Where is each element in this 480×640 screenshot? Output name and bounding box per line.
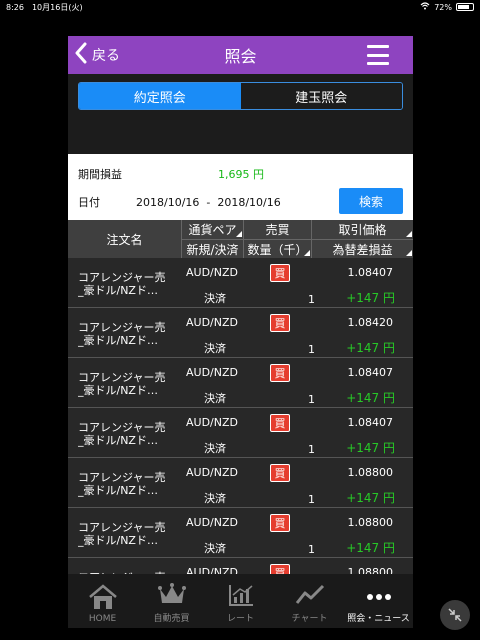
tab-position-inquiry[interactable]: 建玉照会 (240, 83, 402, 109)
rate-chart-icon (228, 585, 253, 606)
tab-auto-trade[interactable]: 自動売買 (137, 574, 206, 628)
order-name: コアレンジャー売_豪ドル/NZド… (78, 521, 166, 547)
tab-inquiry-news[interactable]: 照会・ニュース (344, 574, 413, 628)
header-price[interactable]: 取引価格 (312, 220, 413, 239)
side-badge: 買 (270, 264, 290, 282)
fx-pl: +147 円 (346, 441, 395, 455)
period-pl-label: 期間損益 (78, 168, 122, 181)
trade-price: 1.08407 (347, 366, 394, 379)
trade-type: 決済 (204, 392, 226, 405)
tab-execution-inquiry[interactable]: 約定照会 (79, 83, 241, 109)
currency-pair: AUD/NZD (186, 266, 238, 279)
trade-type: 決済 (204, 342, 226, 355)
segmented-control: 約定照会 建玉照会 (78, 82, 403, 110)
period-pl-value: 1,695 円 (218, 168, 264, 181)
crown-icon (157, 583, 186, 603)
header-qty[interactable]: 数量（千） (244, 239, 311, 258)
table-row[interactable]: コアレンジャー売 _豪ドル/NZド… AUD/NZD 決済 買 1 1.08407 +147 … (68, 258, 413, 308)
battery-icon (456, 3, 474, 11)
quantity: 1 (308, 493, 315, 506)
table-row[interactable]: コアレンジャー売 _豪ドル/NZド… AUD/NZD 決済 買 1 1.08407 +147 … (68, 358, 413, 408)
side-badge: 買 (270, 364, 290, 382)
currency-pair: AUD/NZD (186, 366, 238, 379)
fx-pl: +147 円 (346, 341, 395, 355)
more-dots-icon (366, 594, 391, 600)
fx-pl: +147 円 (346, 541, 395, 555)
header-fx-pl[interactable]: 為替差損益 (312, 239, 413, 258)
back-button[interactable]: 戻る (68, 36, 120, 74)
line-chart-icon (295, 584, 324, 604)
side-badge: 買 (270, 464, 290, 482)
tab-chart[interactable]: チャート (275, 574, 344, 628)
quantity: 1 (308, 343, 315, 356)
header-new-settle[interactable]: 新規/決済 (182, 239, 243, 258)
trade-type: 決済 (204, 492, 226, 505)
date-label: 日付 (78, 196, 100, 209)
table-row[interactable]: コアレンジャー売_豪ドル/NZド… AUD/NZD 決済 買 1 1.08800 +147 … (68, 508, 413, 558)
fx-pl: +147 円 (346, 391, 395, 405)
navbar: 戻る 照会 (68, 36, 413, 74)
quantity: 1 (308, 393, 315, 406)
table-row[interactable]: コアレンジャー売 _豪ドル/NZド… AUD/NZD 決済 買 1 1.08420 +147 … (68, 308, 413, 358)
order-name: コアレンジャー売_豪ドル/NZド… (78, 371, 166, 397)
header-order-name[interactable]: 注文名 (68, 220, 182, 258)
table-row[interactable]: コアレンジャー売_豪ドル/NZド… AUD/NZD 決済 買 1 1.08800 +147 … (68, 458, 413, 508)
trade-type: 決済 (204, 442, 226, 455)
fx-pl: +147 円 (346, 291, 395, 305)
header-pair[interactable]: 通貨ペア (182, 220, 243, 239)
header-pair-group: 通貨ペア 新規/決済 (182, 220, 244, 258)
status-right: 72% (420, 2, 474, 12)
collapse-arrows-icon (448, 608, 462, 622)
home-icon (88, 584, 117, 609)
currency-pair: AUD/NZD (186, 416, 238, 429)
status-date: 10月16日(火) (31, 2, 83, 12)
tab-bar: HOME 自動売買 レート チャート 照会・ニュース (68, 574, 413, 628)
hamburger-menu-icon[interactable] (367, 45, 389, 65)
order-name: コアレンジャー売_豪ドル/NZド… (78, 471, 166, 497)
status-bar: 8:26 10月16日(火) 72% (0, 0, 480, 14)
order-name: コアレンジャー売_豪ドル/NZド… (78, 421, 166, 447)
order-name: コアレンジャー売_豪ドル/NZド… (78, 271, 166, 297)
search-button[interactable]: 検索 (339, 188, 403, 214)
side-badge: 買 (270, 514, 290, 532)
currency-pair: AUD/NZD (186, 516, 238, 529)
back-label: 戻る (92, 48, 120, 64)
tab-rate[interactable]: レート (206, 574, 275, 628)
fx-pl: +147 円 (346, 491, 395, 505)
trade-price: 1.08407 (347, 416, 394, 429)
quantity: 1 (308, 543, 315, 556)
date-row: 日付 2018/10/16 - 2018/10/16 (78, 194, 281, 210)
app-window: 戻る 照会 約定照会 建玉照会 期間損益 1,695 円 日付 2018/10/… (68, 36, 413, 628)
quantity: 1 (308, 293, 315, 306)
quantity: 1 (308, 443, 315, 456)
execution-list: コアレンジャー売 _豪ドル/NZド… AUD/NZD 決済買 1 1.08407 +147 … (68, 258, 413, 608)
collapse-window-button[interactable] (440, 600, 470, 630)
date-range[interactable]: 2018/10/16 - 2018/10/16 (136, 196, 281, 209)
wifi-icon (420, 2, 430, 12)
segment-area: 約定照会 建玉照会 (68, 74, 413, 154)
trade-price: 1.08407 (347, 266, 394, 279)
summary-panel: 期間損益 1,695 円 日付 2018/10/16 - 2018/10/16 … (68, 154, 413, 220)
header-side-group: 売買 数量（千） (244, 220, 312, 258)
battery-percent: 72% (434, 2, 452, 12)
trade-price: 1.08800 (347, 466, 394, 479)
trade-type: 決済 (204, 292, 226, 305)
period-pl-row: 期間損益 1,695 円 (78, 166, 264, 182)
header-price-group: 取引価格 為替差損益 (312, 220, 413, 258)
table-header: 注文名 通貨ペア 新規/決済 売買 数量（千） 取引価格 為替差損益 (68, 220, 413, 258)
chevron-left-icon (74, 42, 92, 68)
tab-home[interactable]: HOME (68, 574, 137, 628)
currency-pair: AUD/NZD (186, 316, 238, 329)
trade-price: 1.08800 (347, 516, 394, 529)
currency-pair: AUD/NZD (186, 466, 238, 479)
trade-price: 1.08420 (347, 316, 394, 329)
side-badge: 買 (270, 314, 290, 332)
status-time: 8:26 (6, 2, 24, 12)
header-side[interactable]: 売買 (244, 220, 311, 239)
trade-type: 決済 (204, 542, 226, 555)
table-row[interactable]: コアレンジャー売 _豪ドル/NZド… AUD/NZD 決済 買 1 1.08407 +147 … (68, 408, 413, 458)
side-badge: 買 (270, 414, 290, 432)
order-name: コアレンジャー売_豪ドル/NZド… (78, 321, 166, 347)
